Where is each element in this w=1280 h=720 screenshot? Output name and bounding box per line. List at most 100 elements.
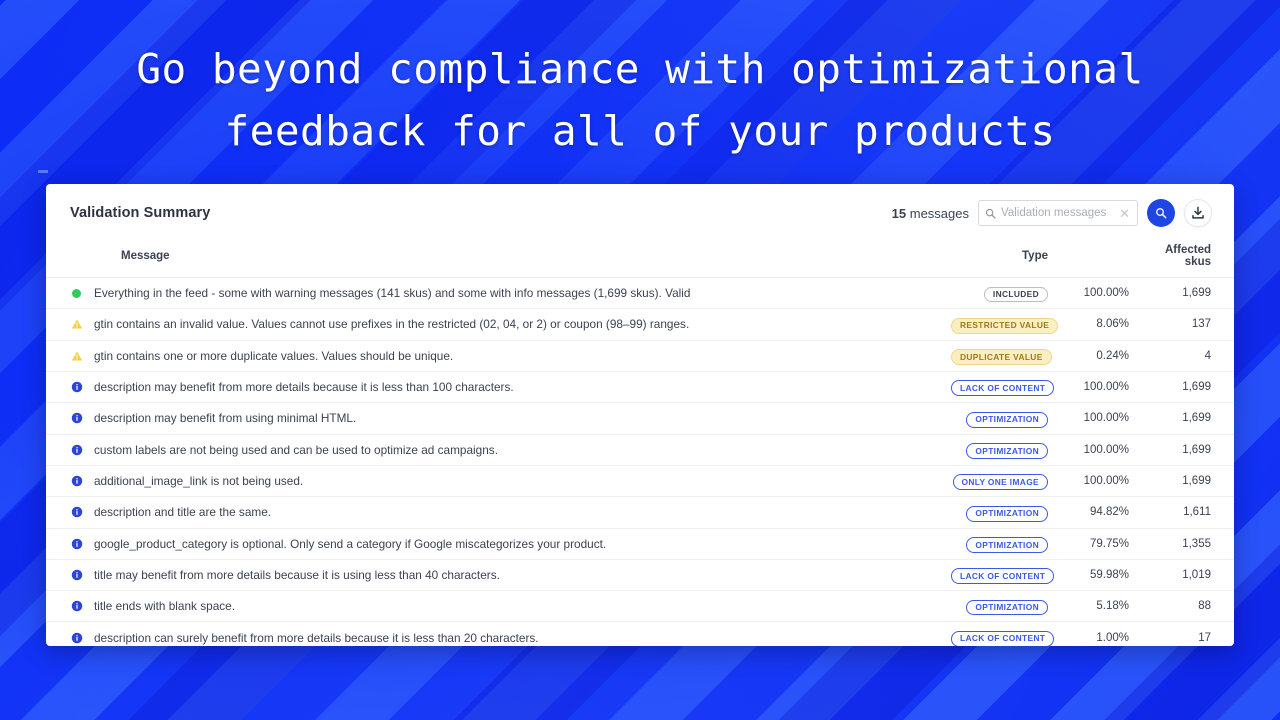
message-text: gtin contains an invalid value. Values c… (94, 317, 690, 332)
status-badge: ONLY ONE IMAGE (952, 474, 1048, 491)
message-text: google_product_category is optional. Onl… (94, 536, 607, 551)
cell-type: LACK OF CONTENT (951, 559, 1056, 590)
table-header-row: Message Type Affected skus (46, 236, 1234, 278)
table-row[interactable]: description may benefit from using minim… (46, 403, 1234, 435)
table-row[interactable]: gtin contains an invalid value. Values c… (46, 309, 1234, 341)
cell-affected-skus: 1,355 (1182, 537, 1211, 550)
table-row[interactable]: additional_image_link is not being used.… (46, 465, 1234, 497)
cell-affected-skus: 88 (1198, 600, 1211, 613)
status-info-icon (70, 475, 83, 488)
column-header-message[interactable]: Message (46, 236, 951, 278)
header-controls: 15 messages ✕ (892, 199, 1212, 227)
search-button[interactable] (1147, 199, 1175, 227)
cell-type: OPTIMIZATION (951, 434, 1056, 465)
message-text: title ends with blank space. (94, 599, 235, 614)
cell-message: description may benefit from more detail… (46, 371, 951, 402)
validation-table: Message Type Affected skus Everything in… (46, 236, 1234, 646)
cell-message: google_product_category is optional. Onl… (46, 528, 951, 559)
cell-percent: 1.00% (1096, 631, 1129, 644)
cell-type: LACK OF CONTENT (951, 371, 1056, 402)
status-info-icon (70, 537, 83, 550)
decorative-artifact (38, 170, 48, 173)
status-badge: OPTIMIZATION (966, 505, 1048, 522)
cell-percent: 8.06% (1096, 318, 1129, 331)
cell-affected-skus: 137 (1191, 318, 1211, 331)
status-badge: DUPLICATE VALUE (951, 349, 1052, 365)
cell-percent: 100.00% (1083, 475, 1129, 488)
status-info-icon (70, 631, 83, 644)
status-info-icon (70, 568, 83, 581)
cell-percent: 100.00% (1083, 287, 1129, 300)
search-icon (985, 208, 996, 219)
message-text: title may benefit from more details beca… (94, 567, 500, 582)
message-text: description may benefit from more detail… (94, 380, 514, 395)
download-icon (1192, 206, 1204, 219)
search-icon (1156, 208, 1167, 219)
cell-percent: 79.75% (1089, 537, 1129, 550)
table-row[interactable]: custom labels are not being used and can… (46, 434, 1234, 466)
cell-percent: 100.00% (1083, 381, 1129, 394)
status-info-icon (70, 600, 83, 613)
cell-message: Everything in the feed - some with warni… (46, 278, 951, 309)
cell-message: description may benefit from using minim… (46, 403, 951, 434)
cell-message: title may benefit from more details beca… (46, 559, 951, 590)
message-text: description and title are the same. (94, 505, 272, 520)
cell-affected-skus: 17 (1198, 631, 1211, 644)
table-row[interactable]: title may benefit from more details beca… (46, 559, 1234, 591)
cell-message: description and title are the same. (46, 497, 951, 528)
cell-message: description can surely benefit from more… (46, 622, 951, 646)
search-field-wrapper[interactable]: ✕ (978, 200, 1138, 226)
hero-headline: Go beyond compliance with optimizational… (136, 45, 1144, 155)
table-row[interactable]: gtin contains one or more duplicate valu… (46, 340, 1234, 372)
cell-affected-skus: 1,699 (1182, 475, 1211, 488)
validation-summary-card: Validation Summary 15 messages ✕ (46, 184, 1234, 646)
cell-percent: 94.82% (1089, 506, 1129, 519)
cell-message: title ends with blank space. (46, 591, 951, 622)
cell-type: ONLY ONE IMAGE (951, 465, 1056, 496)
table-body: Everything in the feed - some with warni… (46, 278, 1234, 646)
column-header-percent[interactable] (1056, 236, 1141, 278)
table-row[interactable]: google_product_category is optional. Onl… (46, 528, 1234, 560)
table-row[interactable]: title ends with blank space. OPTIMIZATION… (46, 591, 1234, 622)
message-text: additional_image_link is not being used. (94, 474, 304, 489)
message-count-number: 15 (891, 205, 907, 221)
column-header-type[interactable]: Type (951, 236, 1056, 278)
cell-type: RESTRICTED VALUE (951, 309, 1059, 340)
status-warning-icon (70, 349, 83, 362)
cell-type: OPTIMIZATION (951, 403, 1056, 434)
status-info-icon (70, 443, 83, 456)
validation-table-wrapper: Message Type Affected skus Everything in… (46, 236, 1234, 646)
table-row[interactable]: Everything in the feed - some with warni… (46, 278, 1234, 309)
table-row[interactable]: description can surely benefit from more… (46, 622, 1234, 646)
status-info-icon (70, 381, 83, 394)
search-input[interactable] (1001, 207, 1114, 219)
cell-affected-skus: 1,611 (1183, 506, 1211, 519)
status-badge: LACK OF CONTENT (951, 380, 1055, 397)
cell-affected-skus: 1,699 (1182, 381, 1211, 394)
cell-message: gtin contains an invalid value. Values c… (46, 309, 951, 340)
message-text: description may benefit from using minim… (94, 411, 357, 426)
table-row[interactable]: description and title are the same. OPTIM… (46, 497, 1234, 528)
status-badge: LACK OF CONTENT (951, 630, 1055, 646)
status-badge: INCLUDED (983, 286, 1048, 303)
cell-type: LACK OF CONTENT (951, 622, 1056, 646)
status-warning-icon (70, 318, 83, 331)
page-title: Validation Summary (70, 205, 211, 221)
message-count-label: messages (906, 205, 969, 221)
cell-affected-skus: 1,699 (1182, 443, 1211, 456)
status-badge: OPTIMIZATION (966, 537, 1048, 553)
cell-type: DUPLICATE VALUE (951, 340, 1056, 371)
status-badge: LACK OF CONTENT (951, 568, 1055, 585)
column-header-affected-skus[interactable]: Affected skus (1141, 236, 1234, 278)
cell-affected-skus: 1,699 (1182, 287, 1211, 300)
table-row[interactable]: description may benefit from more detail… (46, 371, 1234, 403)
message-text: description can surely benefit from more… (94, 630, 539, 645)
cell-type: INCLUDED (951, 278, 1056, 309)
clear-icon[interactable]: ✕ (1118, 207, 1131, 220)
cell-affected-skus: 1,019 (1182, 568, 1211, 581)
table-header: Message Type Affected skus (46, 236, 1234, 278)
status-badge: OPTIMIZATION (966, 443, 1048, 459)
download-button[interactable] (1184, 199, 1212, 227)
status-success-icon (70, 287, 83, 300)
message-count: 15 messages (892, 206, 969, 221)
